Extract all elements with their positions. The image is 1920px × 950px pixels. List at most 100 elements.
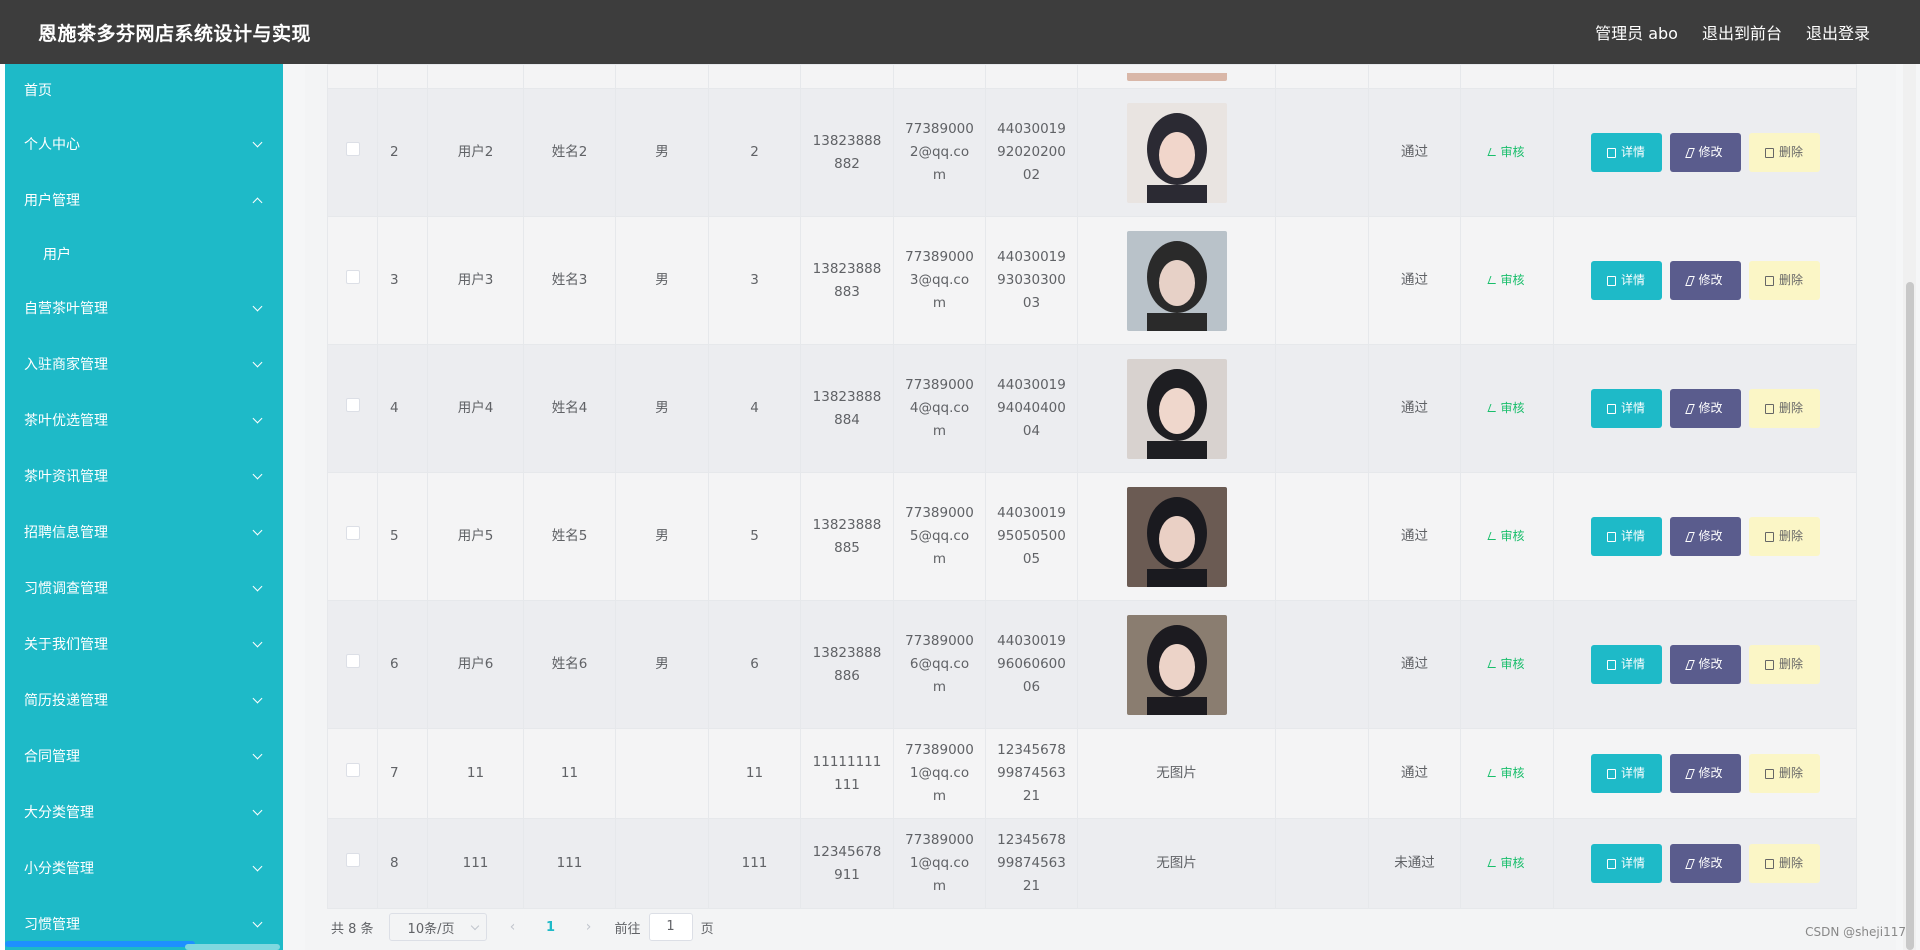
phone-cell: 13823888 886	[800, 600, 894, 729]
audit-label: 审核	[1500, 766, 1525, 780]
email-line: m	[932, 679, 947, 695]
edit-button[interactable]: 修改	[1669, 645, 1741, 684]
admin-label[interactable]: 管理员 abo	[1595, 20, 1678, 44]
sidebar-item-contract[interactable]: 合同管理	[5, 728, 283, 784]
gender-cell: 男	[615, 216, 709, 345]
audit-link[interactable]: 审核	[1488, 856, 1525, 870]
age-cell: 5	[708, 472, 801, 601]
sidebar-item-user[interactable]: 用户	[5, 228, 283, 280]
audit-link[interactable]: 审核	[1488, 529, 1525, 543]
document-icon	[1606, 768, 1616, 779]
chevron-down-icon	[252, 693, 263, 703]
email-line: m	[932, 788, 947, 804]
sidebar-item-tea-selection[interactable]: 茶叶优选管理	[5, 392, 283, 448]
email-line: 77389000	[905, 121, 974, 137]
sidebar-item-merchant-management[interactable]: 入驻商家管理	[5, 336, 283, 392]
sidebar-item-resume[interactable]: 简历投递管理	[5, 672, 283, 728]
portrait-image[interactable]	[1126, 358, 1227, 459]
edit-button[interactable]: 修改	[1669, 844, 1741, 883]
page-scrollbar-thumb[interactable]	[1906, 282, 1914, 950]
detail-button[interactable]: 详情	[1590, 261, 1662, 300]
edit-button[interactable]: 修改	[1669, 261, 1741, 300]
row-checkbox[interactable]	[345, 270, 360, 284]
sidebar-item-minor-category[interactable]: 小分类管理	[5, 840, 283, 896]
detail-button[interactable]: 详情	[1590, 754, 1662, 793]
audit-cell: 审核	[1460, 600, 1554, 729]
account-cell: 用户5	[427, 472, 524, 601]
sidebar-item-label: 小分类管理	[24, 861, 94, 877]
audit-cell: 审核	[1460, 88, 1554, 217]
page-size-value: 10条/页	[407, 921, 455, 937]
audit-link[interactable]: 审核	[1488, 273, 1525, 287]
delete-button[interactable]: 删除	[1748, 261, 1820, 300]
sidebar-item-recruitment[interactable]: 招聘信息管理	[5, 504, 283, 560]
user-table: 2 用户2 姓名2 男 2 13823888 882 77389000 2@qq.c…	[327, 64, 1857, 909]
chevron-down-icon	[252, 525, 263, 535]
delete-button[interactable]: 删除	[1748, 389, 1820, 428]
detail-button[interactable]: 详情	[1590, 133, 1662, 172]
trash-icon	[1764, 858, 1774, 869]
sidebar-scrollbar[interactable]	[5, 941, 195, 947]
page-size-select[interactable]: 10条/页	[388, 913, 487, 941]
delete-button[interactable]: 删除	[1748, 844, 1820, 883]
back-to-front-link[interactable]: 退出到前台	[1702, 20, 1782, 44]
goto-page-input[interactable]: 1	[648, 913, 693, 941]
row-checkbox[interactable]	[345, 142, 360, 156]
table-row-partial	[327, 64, 1857, 89]
audit-cell: 审核	[1460, 818, 1554, 909]
portrait-image[interactable]	[1126, 230, 1227, 331]
detail-label: 详情	[1620, 529, 1645, 543]
sidebar-item-label: 茶叶资讯管理	[24, 469, 108, 485]
sidebar-item-habit-survey[interactable]: 习惯调查管理	[5, 560, 283, 616]
no-image-text: 无图片	[1156, 765, 1197, 781]
delete-button[interactable]: 删除	[1748, 133, 1820, 172]
page-scrollbar[interactable]	[1903, 64, 1916, 950]
sidebar-item-personal-center[interactable]: 个人中心	[5, 116, 283, 172]
audit-link[interactable]: 审核	[1488, 657, 1525, 671]
next-page-button[interactable]: ›	[577, 919, 601, 935]
logout-link[interactable]: 退出登录	[1806, 20, 1870, 44]
actions-cell: 详情 修改 删除	[1553, 818, 1857, 909]
audit-link[interactable]: 审核	[1488, 401, 1525, 415]
delete-button[interactable]: 删除	[1748, 754, 1820, 793]
sidebar-item-home[interactable]: 首页	[5, 64, 283, 116]
row-checkbox[interactable]	[345, 853, 360, 867]
idcard-cell: 44030019 94040400 04	[985, 344, 1078, 473]
detail-button[interactable]: 详情	[1590, 844, 1662, 883]
detail-button[interactable]: 详情	[1590, 517, 1662, 556]
sidebar-item-label: 入驻商家管理	[24, 357, 108, 373]
photo-cell	[1077, 472, 1276, 601]
edit-button[interactable]: 修改	[1669, 389, 1741, 428]
edit-button[interactable]: 修改	[1669, 754, 1741, 793]
sidebar-item-about-us[interactable]: 关于我们管理	[5, 616, 283, 672]
audit-link[interactable]: 审核	[1488, 766, 1525, 780]
phone-line: 13823888	[812, 388, 882, 405]
sidebar-item-user-management[interactable]: 用户管理	[5, 172, 283, 228]
sidebar-item-major-category[interactable]: 大分类管理	[5, 784, 283, 840]
phone-line: 11111111	[812, 753, 882, 770]
idcard-line: 99874563	[997, 855, 1066, 871]
delete-button[interactable]: 删除	[1748, 517, 1820, 556]
detail-button[interactable]: 详情	[1590, 389, 1662, 428]
row-checkbox[interactable]	[345, 654, 360, 668]
delete-button[interactable]: 删除	[1748, 645, 1820, 684]
row-checkbox[interactable]	[345, 763, 360, 777]
row-checkbox[interactable]	[345, 398, 360, 412]
current-page[interactable]: 1	[539, 920, 563, 935]
portrait-image[interactable]	[1126, 486, 1227, 587]
audit-link[interactable]: 审核	[1488, 145, 1525, 159]
row-index: 4	[377, 344, 428, 473]
prev-page-button[interactable]: ‹	[501, 919, 525, 935]
chevron-down-icon	[252, 861, 263, 871]
edit-button[interactable]: 修改	[1669, 133, 1741, 172]
portrait-image[interactable]	[1126, 102, 1227, 203]
portrait-image[interactable]	[1126, 614, 1227, 715]
sidebar-item-tea-news[interactable]: 茶叶资讯管理	[5, 448, 283, 504]
edit-button[interactable]: 修改	[1669, 517, 1741, 556]
sidebar-item-tea-management[interactable]: 自营茶叶管理	[5, 280, 283, 336]
detail-button[interactable]: 详情	[1590, 645, 1662, 684]
idcard-line: 02	[1022, 167, 1041, 183]
photo-cell	[1077, 216, 1276, 345]
row-checkbox[interactable]	[345, 526, 360, 540]
email-line: m	[932, 551, 947, 567]
